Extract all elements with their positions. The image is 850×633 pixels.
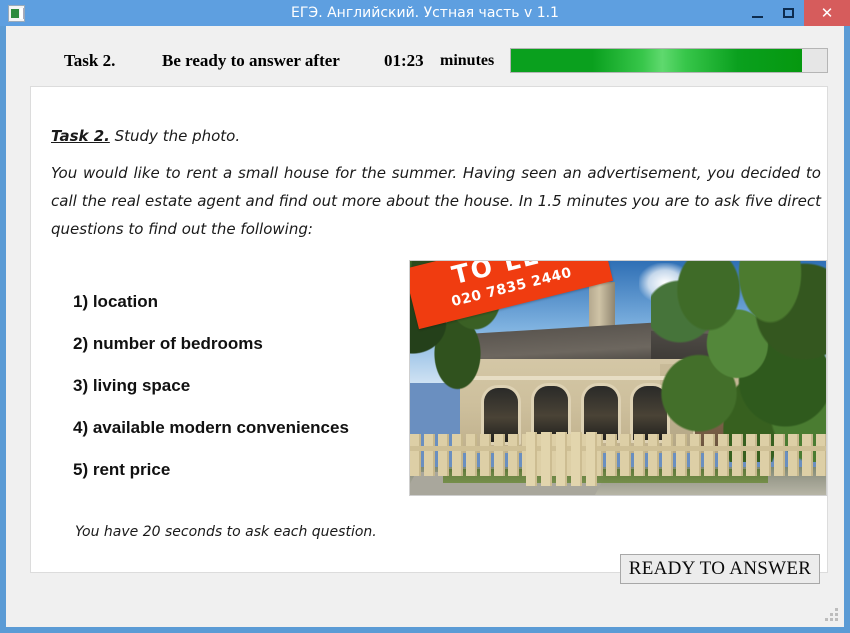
application-window: ЕГЭ. Английский. Устная часть v 1.1 ✕ Ta… [0,0,850,633]
close-button[interactable]: ✕ [804,0,850,26]
list-item: 5) rent price [73,460,171,479]
task-heading-instruction: Study the photo. [114,127,241,145]
photo-fence-rail [410,445,826,451]
photo-picket-fence [410,434,826,477]
maximize-icon [783,8,794,18]
countdown-timer: 01:23 [384,51,424,70]
list-item: 3) living space [73,376,191,395]
photo-fence-gate [526,431,598,486]
ready-to-answer-button[interactable]: READY TO ANSWER [620,554,820,584]
list-item: 2) number of bedrooms [73,334,263,353]
task-heading-tag: Task 2. [51,127,110,145]
task-number-label: Task 2. [64,51,116,70]
list-item: 1) location [73,292,159,311]
minimize-icon [752,15,763,18]
photo-chimney [588,282,615,329]
task-heading: Task 2. Study the photo. [51,127,240,145]
list-item: 4) available modern conveniences [73,418,349,437]
timer-units-label: minutes [440,52,495,69]
maximize-button[interactable] [773,0,804,26]
window-controls: ✕ [742,0,850,26]
status-message: Be ready to answer after [162,51,340,70]
client-area: Task 2. Be ready to answer after 01:23 m… [6,26,844,627]
task-content-panel: Task 2. Study the photo. You would like … [30,86,828,573]
status-header: Task 2. Be ready to answer after 01:23 m… [6,42,844,80]
window-title: ЕГЭ. Английский. Устная часть v 1.1 [291,5,559,21]
timer-progress-fill [511,49,802,72]
question-list: 1) location 2) number of bedrooms 3) liv… [73,292,403,502]
task-prompt-text: You would like to rent a small house for… [51,164,821,238]
task-photo: TO LET 020 7835 2440 [409,260,827,496]
close-icon: ✕ [820,5,834,22]
task-footnote: You have 20 seconds to ask each question… [75,524,377,540]
title-bar: ЕГЭ. Английский. Устная часть v 1.1 ✕ [0,0,850,26]
timer-progress-bar [510,48,828,73]
resize-grip[interactable] [825,608,838,621]
photo-tree-right [651,261,826,463]
minimize-button[interactable] [742,0,773,26]
